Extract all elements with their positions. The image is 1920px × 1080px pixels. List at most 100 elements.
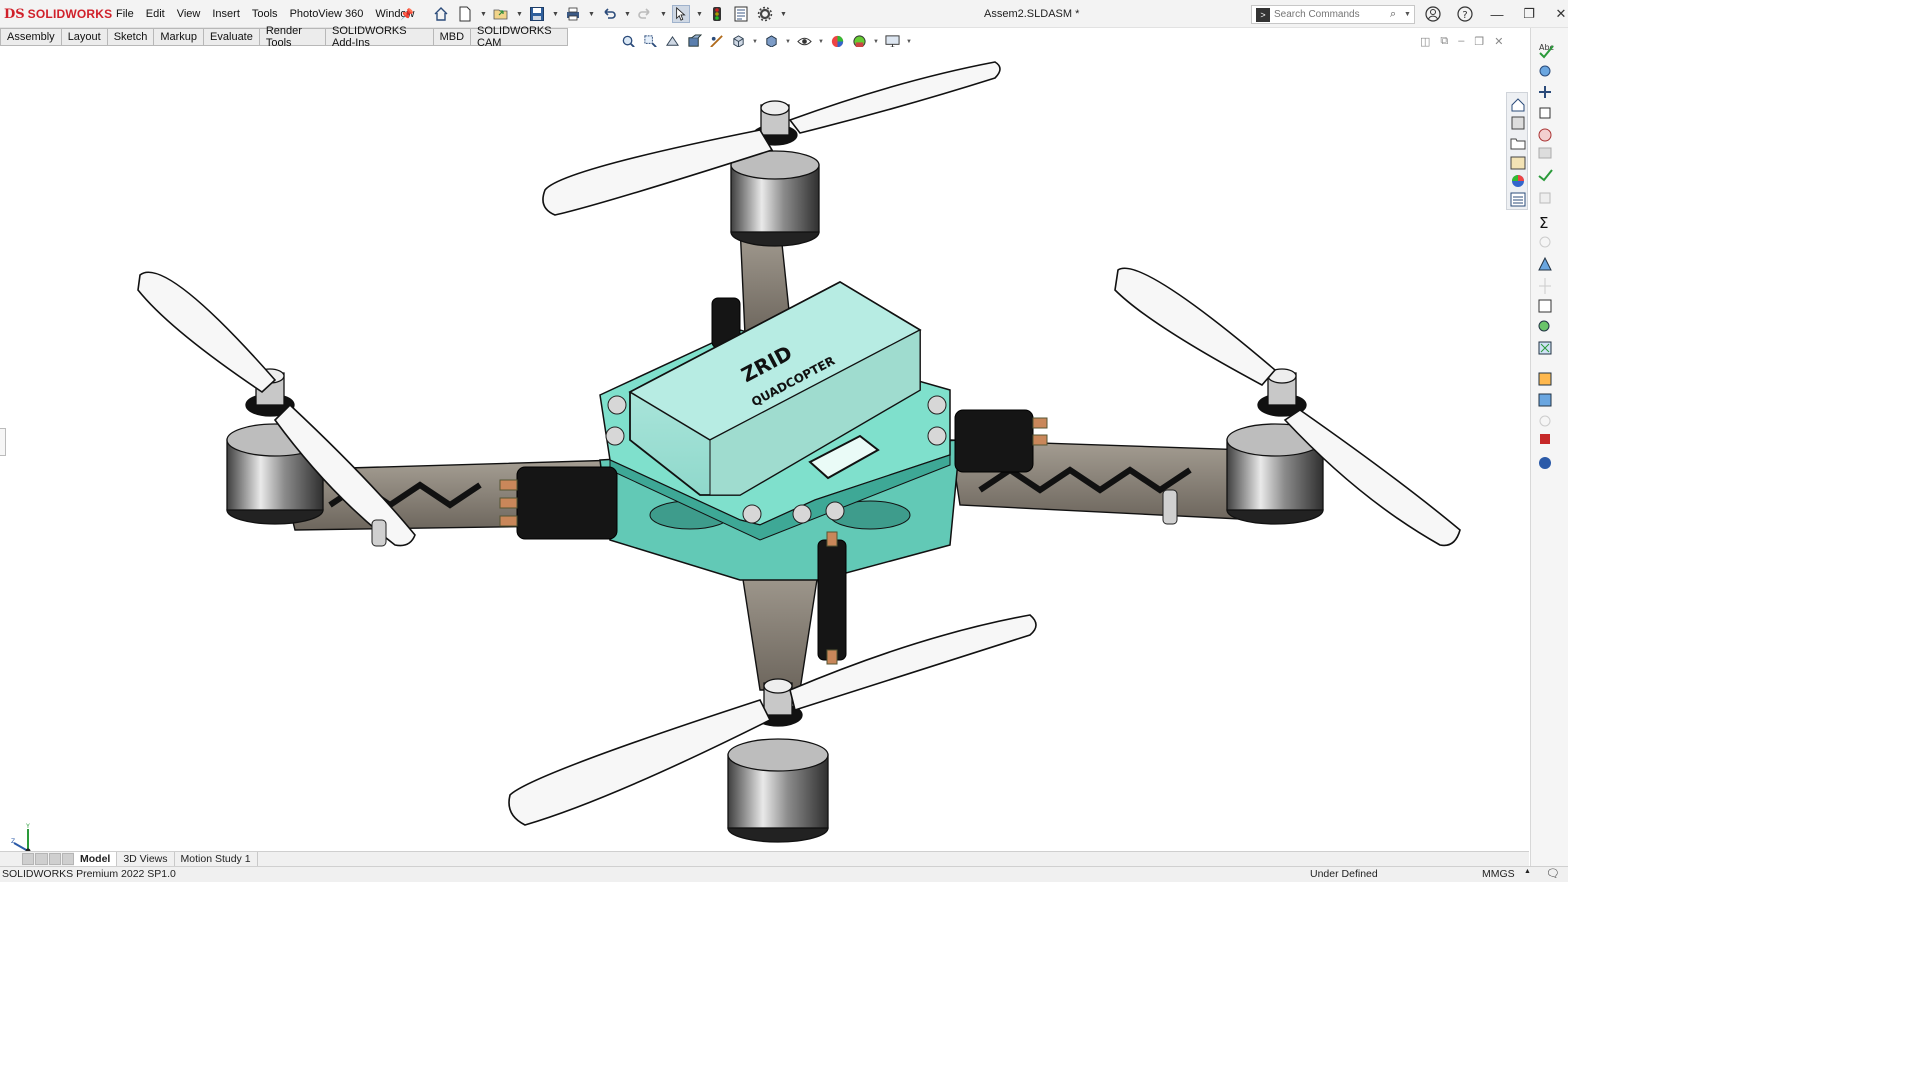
spell-check-icon[interactable]: Abc <box>1539 43 1554 59</box>
draft-analysis-icon[interactable] <box>1538 372 1552 386</box>
document-title: Assem2.SLDASM * <box>984 8 1080 20</box>
title-bar: DS SOLIDWORKS File Edit View Insert Tool… <box>0 0 1568 28</box>
tab-evaluate[interactable]: Evaluate <box>204 28 260 46</box>
print-dropdown-chevron-icon[interactable]: ▼ <box>588 11 595 18</box>
rebuild-traffic-light-icon[interactable] <box>708 5 726 23</box>
compare-documents-icon[interactable] <box>1538 299 1552 313</box>
svg-text:Σ: Σ <box>1539 214 1548 232</box>
tab-model[interactable]: Model <box>74 852 118 866</box>
quadcopter-model[interactable]: ZRID QUADCOPTER <box>0 47 1529 851</box>
custom-properties-icon[interactable] <box>1510 192 1526 207</box>
options-dropdown-chevron-icon[interactable]: ▼ <box>780 11 787 18</box>
view-palette-icon[interactable] <box>1510 156 1526 170</box>
sensor-icon[interactable] <box>1538 128 1552 142</box>
tab-scroll-buttons[interactable] <box>22 853 74 865</box>
mass-properties-icon[interactable] <box>1539 86 1551 98</box>
feature-manager-flyout-tab[interactable] <box>0 428 6 456</box>
menu-photoview-360[interactable]: PhotoView 360 <box>284 7 370 21</box>
window-controls: ? — ❐ ✕ <box>1424 5 1570 23</box>
save-icon[interactable] <box>528 5 546 23</box>
solidworks-resources-home-icon[interactable] <box>1511 98 1525 112</box>
close-window-icon[interactable]: ✕ <box>1552 5 1570 23</box>
apply-scene-dropdown-chevron-icon[interactable]: ▼ <box>873 39 879 45</box>
tab-markup[interactable]: Markup <box>154 28 205 46</box>
chat-bubble-icon[interactable]: 🗨 <box>1546 867 1560 880</box>
print-icon[interactable] <box>564 5 582 23</box>
view-settings-dropdown-chevron-icon[interactable]: ▼ <box>906 39 912 45</box>
tab-3d-views[interactable]: 3D Views <box>117 852 175 866</box>
triad-y-label: Y <box>25 823 30 830</box>
pin-menu-icon[interactable]: 📌 <box>400 8 414 21</box>
solidworks-logo[interactable]: DS SOLIDWORKS <box>4 6 112 22</box>
definition-status: Under Defined <box>1310 868 1378 880</box>
thickness-analysis-icon[interactable] <box>1538 393 1552 407</box>
home-icon[interactable] <box>432 5 450 23</box>
unit-system[interactable]: MMGS <box>1482 868 1515 880</box>
model-tabs-bar: Model 3D Views Motion Study 1 <box>0 851 1529 866</box>
select-pointer-icon[interactable] <box>672 5 690 23</box>
open-folder-icon[interactable] <box>492 5 510 23</box>
minimize-window-icon[interactable]: — <box>1488 5 1506 23</box>
search-commands-input[interactable] <box>1274 9 1390 20</box>
command-manager-tabs: Assembly Layout Sketch Markup Evaluate R… <box>0 25 568 49</box>
menu-bar: File Edit View Insert Tools PhotoView 36… <box>110 7 421 21</box>
graphics-area[interactable]: ZRID QUADCOPTER Y Z <box>0 47 1529 865</box>
menu-file[interactable]: File <box>110 7 140 21</box>
interference-detection-icon[interactable] <box>1538 147 1552 159</box>
undo-icon[interactable] <box>600 5 618 23</box>
save-dropdown-chevron-icon[interactable]: ▼ <box>552 11 559 18</box>
solidworks-wordmark: SOLIDWORKS <box>27 7 113 21</box>
search-icon[interactable]: ⌕ <box>1390 8 1404 21</box>
redo-icon[interactable] <box>636 5 654 23</box>
tab-solidworks-add-ins[interactable]: SOLIDWORKS Add-Ins <box>326 25 434 49</box>
product-version: SOLIDWORKS Premium 2022 SP1.0 <box>2 868 176 880</box>
section-properties-icon[interactable] <box>1539 107 1551 119</box>
new-dropdown-chevron-icon[interactable]: ▼ <box>480 11 487 18</box>
search-commands-box[interactable]: > ⌕ ▼ <box>1251 5 1415 24</box>
options-gear-icon[interactable] <box>756 5 774 23</box>
performance-evaluation-icon[interactable] <box>1538 320 1550 332</box>
hole-alignment-icon[interactable] <box>1539 236 1551 248</box>
redo-dropdown-chevron-icon[interactable]: ▼ <box>660 11 667 18</box>
geometry-analysis-icon[interactable] <box>1538 341 1552 355</box>
menu-view[interactable]: View <box>171 7 207 21</box>
check-icon[interactable] <box>1538 169 1553 182</box>
command-prompt-icon: > <box>1256 7 1270 22</box>
menu-edit[interactable]: Edit <box>140 7 171 21</box>
units-dropdown-chevron-icon[interactable]: ▲ <box>1524 868 1531 875</box>
menu-insert[interactable]: Insert <box>206 7 246 21</box>
quick-access-toolbar: ▼ ▼ ▼ ▼ ▼ ▼ ▼ ▼ <box>432 4 787 24</box>
display-style-dropdown-chevron-icon[interactable]: ▼ <box>785 39 791 45</box>
help-icon[interactable]: ? <box>1456 5 1474 23</box>
sustainability-icon[interactable] <box>1539 457 1551 469</box>
measure-icon[interactable] <box>1539 65 1551 77</box>
tab-layout[interactable]: Layout <box>61 28 108 46</box>
tab-solidworks-cam[interactable]: SOLIDWORKS CAM <box>471 25 568 49</box>
user-account-icon[interactable] <box>1424 5 1442 23</box>
view-orientation-dropdown-chevron-icon[interactable]: ▼ <box>752 39 758 45</box>
task-pane-tab-strip <box>1506 92 1528 210</box>
new-document-icon[interactable] <box>456 5 474 23</box>
equations-sigma-icon[interactable]: Σ <box>1539 214 1548 232</box>
tab-assembly[interactable]: Assembly <box>0 28 62 46</box>
file-explorer-icon[interactable] <box>1510 138 1526 150</box>
costing-icon[interactable] <box>1540 434 1550 444</box>
undo-dropdown-chevron-icon[interactable]: ▼ <box>624 11 631 18</box>
verification-icon[interactable] <box>1539 415 1551 427</box>
tab-motion-study-1[interactable]: Motion Study 1 <box>175 852 258 866</box>
tab-sketch[interactable]: Sketch <box>107 28 155 46</box>
align-icon[interactable] <box>1539 278 1551 294</box>
select-dropdown-chevron-icon[interactable]: ▼ <box>696 11 703 18</box>
tab-render-tools[interactable]: Render Tools <box>259 25 327 49</box>
open-dropdown-chevron-icon[interactable]: ▼ <box>516 11 523 18</box>
restore-window-icon[interactable]: ❐ <box>1520 5 1538 23</box>
tab-mbd[interactable]: MBD <box>433 28 472 46</box>
menu-tools[interactable]: Tools <box>246 7 284 21</box>
clearance-verification-icon[interactable] <box>1539 192 1551 204</box>
appearances-scenes-icon[interactable] <box>1512 175 1524 187</box>
hide-show-dropdown-chevron-icon[interactable]: ▼ <box>818 39 824 45</box>
search-dropdown-chevron-icon[interactable]: ▼ <box>1404 11 1414 18</box>
design-library-icon[interactable] <box>1511 116 1525 130</box>
assembly-visualization-icon[interactable] <box>1538 256 1552 271</box>
file-properties-icon[interactable] <box>732 5 750 23</box>
